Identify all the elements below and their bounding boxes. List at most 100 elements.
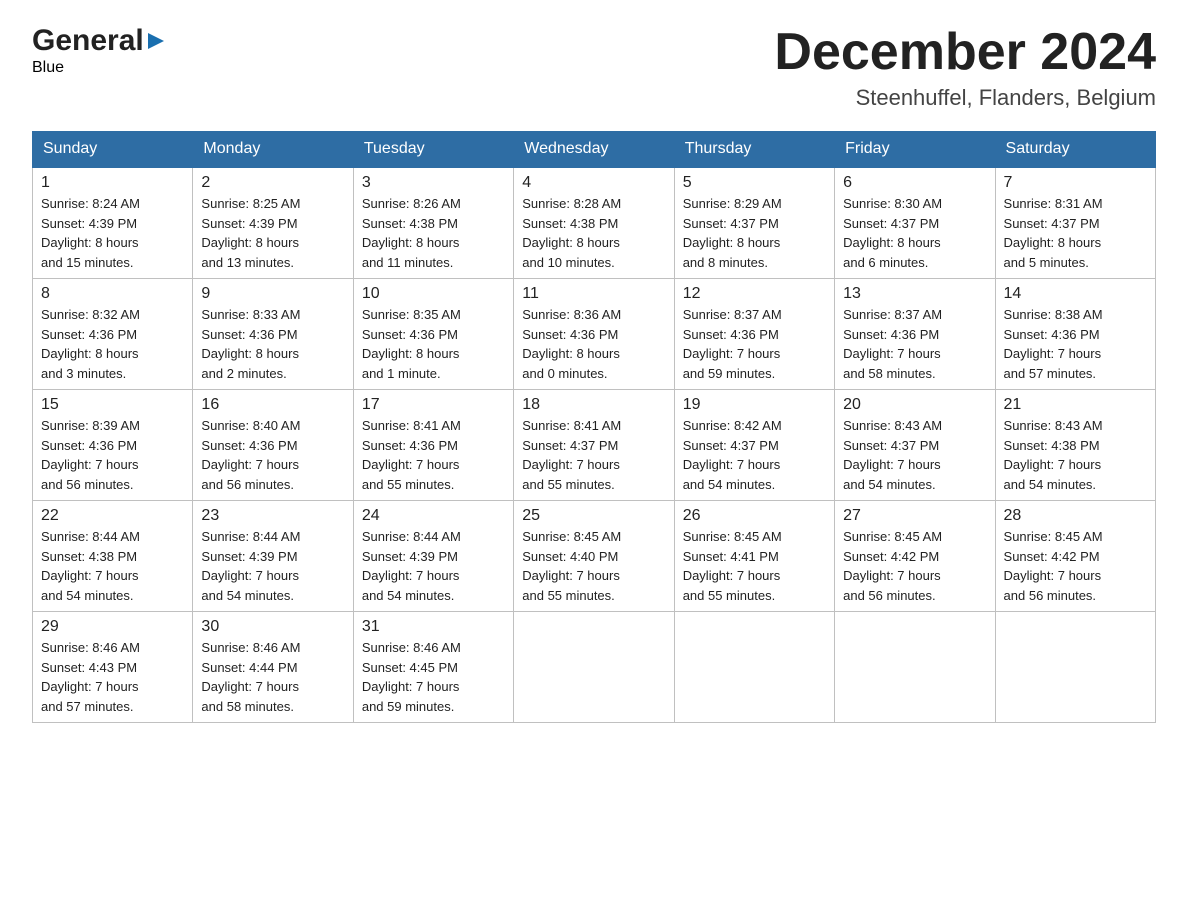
calendar-cell bbox=[514, 612, 674, 723]
day-info: Sunrise: 8:28 AM Sunset: 4:38 PM Dayligh… bbox=[522, 194, 665, 272]
weekday-header-thursday: Thursday bbox=[674, 132, 834, 168]
weekday-header-friday: Friday bbox=[835, 132, 995, 168]
day-number: 12 bbox=[683, 285, 826, 303]
day-info: Sunrise: 8:45 AM Sunset: 4:42 PM Dayligh… bbox=[843, 527, 986, 605]
calendar-cell: 28 Sunrise: 8:45 AM Sunset: 4:42 PM Dayli… bbox=[995, 501, 1155, 612]
calendar-cell: 19 Sunrise: 8:42 AM Sunset: 4:37 PM Dayli… bbox=[674, 390, 834, 501]
day-number: 29 bbox=[41, 618, 184, 636]
calendar-cell: 15Sunrise: 8:39 AM Sunset: 4:36 PM Dayli… bbox=[33, 390, 193, 501]
day-info: Sunrise: 8:44 AM Sunset: 4:39 PM Dayligh… bbox=[362, 527, 505, 605]
calendar-cell: 3 Sunrise: 8:26 AM Sunset: 4:38 PM Daylig… bbox=[353, 167, 513, 279]
day-number: 27 bbox=[843, 507, 986, 525]
day-info: Sunrise: 8:36 AM Sunset: 4:36 PM Dayligh… bbox=[522, 305, 665, 383]
day-number: 31 bbox=[362, 618, 505, 636]
day-info: Sunrise: 8:30 AM Sunset: 4:37 PM Dayligh… bbox=[843, 194, 986, 272]
day-info: Sunrise: 8:29 AM Sunset: 4:37 PM Dayligh… bbox=[683, 194, 826, 272]
day-number: 23 bbox=[201, 507, 344, 525]
calendar-cell: 29 Sunrise: 8:46 AM Sunset: 4:43 PM Dayli… bbox=[33, 612, 193, 723]
calendar-cell: 18Sunrise: 8:41 AM Sunset: 4:37 PM Dayli… bbox=[514, 390, 674, 501]
calendar-cell: 25 Sunrise: 8:45 AM Sunset: 4:40 PM Dayli… bbox=[514, 501, 674, 612]
day-info: Sunrise: 8:39 AM Sunset: 4:36 PM Dayligh… bbox=[41, 416, 184, 494]
day-info: Sunrise: 8:43 AM Sunset: 4:37 PM Dayligh… bbox=[843, 416, 986, 494]
calendar-cell: 20 Sunrise: 8:43 AM Sunset: 4:37 PM Dayli… bbox=[835, 390, 995, 501]
calendar-cell: 24 Sunrise: 8:44 AM Sunset: 4:39 PM Dayli… bbox=[353, 501, 513, 612]
day-info: Sunrise: 8:33 AM Sunset: 4:36 PM Dayligh… bbox=[201, 305, 344, 383]
day-info: Sunrise: 8:45 AM Sunset: 4:42 PM Dayligh… bbox=[1004, 527, 1147, 605]
title-area: December 2024 Steenhuffel, Flanders, Bel… bbox=[774, 24, 1156, 111]
logo-arrow-icon bbox=[146, 31, 166, 51]
weekday-header-saturday: Saturday bbox=[995, 132, 1155, 168]
weekday-header-row: SundayMondayTuesdayWednesdayThursdayFrid… bbox=[33, 132, 1156, 168]
calendar-cell: 31 Sunrise: 8:46 AM Sunset: 4:45 PM Dayli… bbox=[353, 612, 513, 723]
day-info: Sunrise: 8:41 AM Sunset: 4:36 PM Dayligh… bbox=[362, 416, 505, 494]
day-number: 19 bbox=[683, 396, 826, 414]
day-info: Sunrise: 8:42 AM Sunset: 4:37 PM Dayligh… bbox=[683, 416, 826, 494]
calendar-cell: 12 Sunrise: 8:37 AM Sunset: 4:36 PM Dayli… bbox=[674, 279, 834, 390]
calendar-cell bbox=[674, 612, 834, 723]
day-info: Sunrise: 8:43 AM Sunset: 4:38 PM Dayligh… bbox=[1004, 416, 1147, 494]
calendar-cell: 2 Sunrise: 8:25 AM Sunset: 4:39 PM Daylig… bbox=[193, 167, 353, 279]
calendar-table: SundayMondayTuesdayWednesdayThursdayFrid… bbox=[32, 131, 1156, 723]
day-info: Sunrise: 8:44 AM Sunset: 4:39 PM Dayligh… bbox=[201, 527, 344, 605]
day-info: Sunrise: 8:46 AM Sunset: 4:45 PM Dayligh… bbox=[362, 638, 505, 716]
day-number: 7 bbox=[1004, 174, 1147, 192]
day-info: Sunrise: 8:37 AM Sunset: 4:36 PM Dayligh… bbox=[843, 305, 986, 383]
calendar-week-row: 29 Sunrise: 8:46 AM Sunset: 4:43 PM Dayli… bbox=[33, 612, 1156, 723]
day-number: 17 bbox=[362, 396, 505, 414]
day-number: 24 bbox=[362, 507, 505, 525]
day-number: 5 bbox=[683, 174, 826, 192]
day-info: Sunrise: 8:26 AM Sunset: 4:38 PM Dayligh… bbox=[362, 194, 505, 272]
calendar-cell: 7Sunrise: 8:31 AM Sunset: 4:37 PM Daylig… bbox=[995, 167, 1155, 279]
day-number: 22 bbox=[41, 507, 184, 525]
calendar-cell: 1Sunrise: 8:24 AM Sunset: 4:39 PM Daylig… bbox=[33, 167, 193, 279]
calendar-cell: 6Sunrise: 8:30 AM Sunset: 4:37 PM Daylig… bbox=[835, 167, 995, 279]
calendar-cell: 8 Sunrise: 8:32 AM Sunset: 4:36 PM Daylig… bbox=[33, 279, 193, 390]
day-number: 8 bbox=[41, 285, 184, 303]
calendar-cell: 16 Sunrise: 8:40 AM Sunset: 4:36 PM Dayli… bbox=[193, 390, 353, 501]
calendar-cell: 30 Sunrise: 8:46 AM Sunset: 4:44 PM Dayli… bbox=[193, 612, 353, 723]
day-number: 28 bbox=[1004, 507, 1147, 525]
day-number: 21 bbox=[1004, 396, 1147, 414]
calendar-week-row: 22 Sunrise: 8:44 AM Sunset: 4:38 PM Dayli… bbox=[33, 501, 1156, 612]
day-number: 9 bbox=[201, 285, 344, 303]
day-info: Sunrise: 8:44 AM Sunset: 4:38 PM Dayligh… bbox=[41, 527, 184, 605]
day-number: 20 bbox=[843, 396, 986, 414]
day-info: Sunrise: 8:45 AM Sunset: 4:40 PM Dayligh… bbox=[522, 527, 665, 605]
weekday-header-sunday: Sunday bbox=[33, 132, 193, 168]
calendar-cell: 4Sunrise: 8:28 AM Sunset: 4:38 PM Daylig… bbox=[514, 167, 674, 279]
day-number: 11 bbox=[522, 285, 665, 303]
calendar-title: December 2024 bbox=[774, 24, 1156, 81]
calendar-cell: 22 Sunrise: 8:44 AM Sunset: 4:38 PM Dayli… bbox=[33, 501, 193, 612]
weekday-header-tuesday: Tuesday bbox=[353, 132, 513, 168]
day-info: Sunrise: 8:46 AM Sunset: 4:44 PM Dayligh… bbox=[201, 638, 344, 716]
calendar-week-row: 15Sunrise: 8:39 AM Sunset: 4:36 PM Dayli… bbox=[33, 390, 1156, 501]
day-info: Sunrise: 8:40 AM Sunset: 4:36 PM Dayligh… bbox=[201, 416, 344, 494]
calendar-cell bbox=[995, 612, 1155, 723]
day-number: 16 bbox=[201, 396, 344, 414]
day-info: Sunrise: 8:45 AM Sunset: 4:41 PM Dayligh… bbox=[683, 527, 826, 605]
day-number: 13 bbox=[843, 285, 986, 303]
calendar-cell: 27 Sunrise: 8:45 AM Sunset: 4:42 PM Dayli… bbox=[835, 501, 995, 612]
day-info: Sunrise: 8:37 AM Sunset: 4:36 PM Dayligh… bbox=[683, 305, 826, 383]
day-number: 2 bbox=[201, 174, 344, 192]
day-number: 14 bbox=[1004, 285, 1147, 303]
day-info: Sunrise: 8:32 AM Sunset: 4:36 PM Dayligh… bbox=[41, 305, 184, 383]
weekday-header-monday: Monday bbox=[193, 132, 353, 168]
page-header: General Blue December 2024 Steenhuffel, … bbox=[32, 24, 1156, 111]
calendar-cell bbox=[835, 612, 995, 723]
calendar-cell: 11 Sunrise: 8:36 AM Sunset: 4:36 PM Dayli… bbox=[514, 279, 674, 390]
day-number: 25 bbox=[522, 507, 665, 525]
calendar-cell: 14Sunrise: 8:38 AM Sunset: 4:36 PM Dayli… bbox=[995, 279, 1155, 390]
day-info: Sunrise: 8:25 AM Sunset: 4:39 PM Dayligh… bbox=[201, 194, 344, 272]
weekday-header-wednesday: Wednesday bbox=[514, 132, 674, 168]
logo: General Blue bbox=[32, 24, 166, 77]
day-number: 18 bbox=[522, 396, 665, 414]
day-info: Sunrise: 8:46 AM Sunset: 4:43 PM Dayligh… bbox=[41, 638, 184, 716]
day-number: 3 bbox=[362, 174, 505, 192]
day-info: Sunrise: 8:35 AM Sunset: 4:36 PM Dayligh… bbox=[362, 305, 505, 383]
calendar-cell: 5 Sunrise: 8:29 AM Sunset: 4:37 PM Daylig… bbox=[674, 167, 834, 279]
day-number: 30 bbox=[201, 618, 344, 636]
calendar-cell: 10Sunrise: 8:35 AM Sunset: 4:36 PM Dayli… bbox=[353, 279, 513, 390]
day-info: Sunrise: 8:24 AM Sunset: 4:39 PM Dayligh… bbox=[41, 194, 184, 272]
calendar-cell: 26Sunrise: 8:45 AM Sunset: 4:41 PM Dayli… bbox=[674, 501, 834, 612]
